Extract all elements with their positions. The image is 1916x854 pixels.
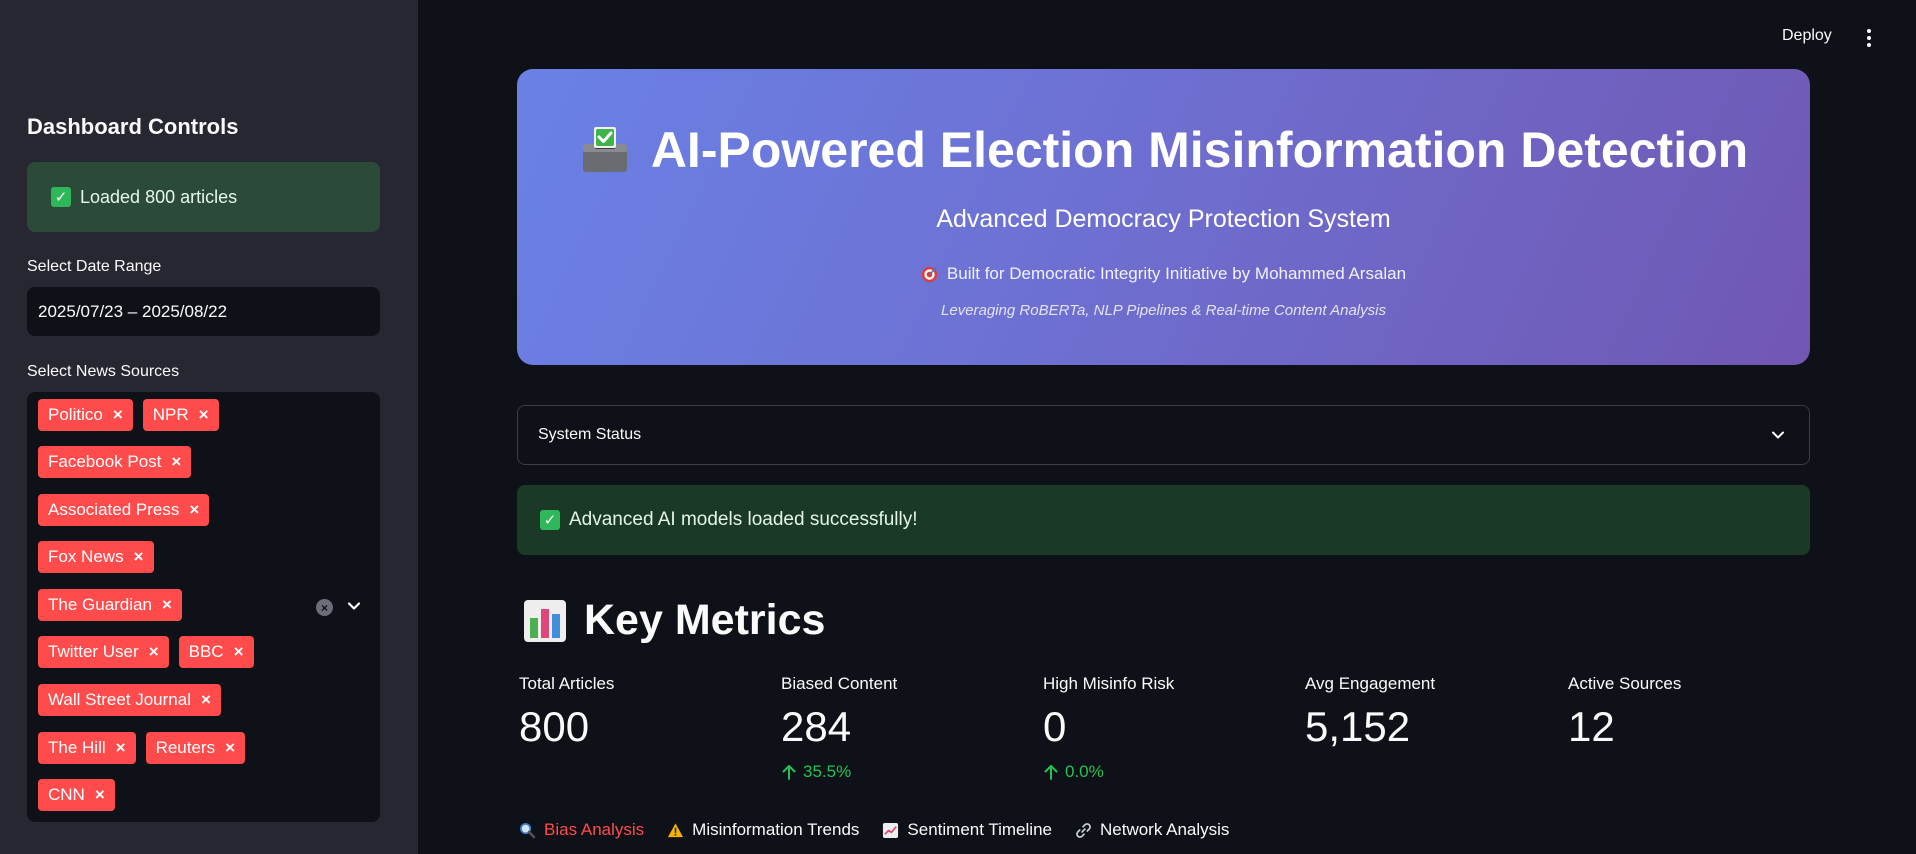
- metric-value: 12: [1568, 703, 1615, 750]
- chevron-down-icon[interactable]: [345, 597, 363, 615]
- metric-total-articles: Total Articles 800: [519, 674, 614, 748]
- source-tag[interactable]: Reuters ×: [145, 732, 246, 764]
- source-tag[interactable]: Fox News ×: [38, 541, 154, 573]
- hero-title-row: AI-Powered Election Misinformation Detec…: [517, 121, 1810, 179]
- tab-sentiment-timeline[interactable]: Sentiment Timeline: [882, 820, 1052, 840]
- magnifier-icon: [520, 822, 536, 838]
- kebab-menu-icon[interactable]: [1862, 27, 1876, 49]
- key-metrics-title: Key Metrics: [584, 596, 826, 644]
- remove-tag-icon[interactable]: ×: [171, 452, 181, 472]
- news-sources-label: Select News Sources: [27, 363, 180, 380]
- metric-label: Active Sources: [1568, 674, 1682, 693]
- arrow-up-icon: [1044, 765, 1058, 780]
- hero-banner: AI-Powered Election Misinformation Detec…: [517, 69, 1810, 365]
- date-range-label: Select Date Range: [27, 258, 162, 275]
- metric-biased-content: Biased Content 284 35.5%: [781, 674, 897, 782]
- source-tag[interactable]: NPR ×: [142, 399, 219, 431]
- check-icon: ✓: [540, 510, 560, 530]
- source-tag[interactable]: Twitter User ×: [38, 636, 169, 668]
- metric-label: Avg Engagement: [1305, 674, 1436, 693]
- source-tag[interactable]: The Guardian ×: [38, 589, 182, 621]
- remove-tag-icon[interactable]: ×: [162, 595, 172, 615]
- remove-tag-icon[interactable]: ×: [199, 405, 209, 425]
- tab-misinformation-trends[interactable]: Misinformation Trends: [667, 820, 859, 840]
- trend-chart-icon: [883, 822, 899, 838]
- warning-icon: [668, 822, 684, 837]
- source-tag[interactable]: BBC ×: [178, 636, 254, 668]
- tab-network-analysis[interactable]: Network Analysis: [1075, 820, 1229, 840]
- source-tag[interactable]: The Hill ×: [38, 732, 136, 764]
- date-range-value: 2025/07/23 – 2025/08/22: [38, 301, 228, 321]
- key-metrics-heading: Key Metrics: [522, 596, 825, 645]
- tab-label: Sentiment Timeline: [907, 820, 1052, 839]
- arrow-up-icon: [782, 765, 796, 780]
- system-status-label: System Status: [538, 426, 642, 443]
- hero-credit: Built for Democratic Integrity Initiativ…: [517, 264, 1810, 284]
- metric-active-sources: Active Sources 12: [1568, 674, 1681, 748]
- remove-tag-icon[interactable]: ×: [134, 547, 144, 567]
- check-icon: ✓: [51, 187, 71, 207]
- analysis-tabs: Bias Analysis Misinformation Trends Sent…: [519, 820, 1252, 840]
- tab-bias-analysis[interactable]: Bias Analysis: [519, 820, 644, 840]
- clear-all-icon[interactable]: ×: [316, 599, 333, 616]
- sidebar-title: Dashboard Controls: [27, 114, 239, 139]
- metric-label: Total Articles: [519, 674, 615, 693]
- metric-avg-engagement: Avg Engagement 5,152: [1305, 674, 1435, 748]
- ballot-box-icon: [582, 127, 627, 172]
- metric-value: 5,152: [1305, 703, 1411, 750]
- source-tag[interactable]: Associated Press ×: [38, 494, 210, 526]
- remove-tag-icon[interactable]: ×: [234, 642, 244, 662]
- hero-subtitle: Advanced Democracy Protection System: [936, 205, 1391, 233]
- metric-value: 284: [781, 703, 852, 750]
- target-icon: [921, 266, 937, 282]
- remove-tag-icon[interactable]: ×: [201, 690, 211, 710]
- deploy-button[interactable]: Deploy: [1782, 27, 1832, 45]
- tab-label: Misinformation Trends: [692, 820, 860, 839]
- metric-delta: 0.0%: [1043, 762, 1174, 782]
- tab-label: Network Analysis: [1099, 820, 1230, 839]
- source-tag[interactable]: CNN ×: [38, 779, 115, 811]
- app-root: Dashboard Controls ✓ Loaded 800 articles…: [0, 0, 1916, 854]
- metric-delta: 35.5%: [781, 762, 897, 782]
- metric-value: 800: [519, 703, 590, 750]
- models-loaded-text: Advanced AI models loaded successfully!: [569, 509, 918, 530]
- hero-tagline: Leveraging RoBERTa, NLP Pipelines & Real…: [941, 302, 1386, 319]
- source-tag[interactable]: Politico ×: [38, 399, 133, 431]
- source-tag[interactable]: Wall Street Journal ×: [38, 684, 221, 716]
- remove-tag-icon[interactable]: ×: [116, 738, 126, 758]
- metric-label: Biased Content: [781, 674, 898, 693]
- remove-tag-icon[interactable]: ×: [113, 405, 123, 425]
- bar-chart-icon: [524, 599, 566, 642]
- hero-title: AI-Powered Election Misinformation Detec…: [650, 122, 1749, 178]
- models-loaded-alert: ✓ Advanced AI models loaded successfully…: [517, 485, 1810, 555]
- hero-credit-text: Built for Democratic Integrity Initiativ…: [946, 264, 1407, 283]
- news-sources-multiselect[interactable]: Politico × NPR × Facebook Post × Associated…: [27, 392, 380, 822]
- metric-high-misinfo-risk: High Misinfo Risk 0 0.0%: [1043, 674, 1174, 782]
- remove-tag-icon[interactable]: ×: [149, 642, 159, 662]
- metric-value: 0: [1043, 703, 1067, 750]
- remove-tag-icon[interactable]: ×: [189, 500, 199, 520]
- articles-loaded-text: Loaded 800 articles: [80, 186, 238, 207]
- date-range-input[interactable]: 2025/07/23 – 2025/08/22: [27, 287, 380, 336]
- system-status-expander[interactable]: System Status: [517, 405, 1810, 465]
- remove-tag-icon[interactable]: ×: [95, 785, 105, 805]
- metric-label: High Misinfo Risk: [1043, 674, 1175, 693]
- sidebar: Dashboard Controls ✓ Loaded 800 articles…: [0, 0, 418, 854]
- articles-loaded-alert: ✓ Loaded 800 articles: [27, 162, 380, 232]
- metric-delta-value: 35.5%: [803, 762, 852, 781]
- link-icon: [1076, 822, 1091, 838]
- chevron-down-icon: [1772, 431, 1784, 439]
- remove-tag-icon[interactable]: ×: [225, 738, 235, 758]
- metric-delta-value: 0.0%: [1065, 762, 1104, 781]
- source-tag[interactable]: Facebook Post ×: [38, 446, 192, 478]
- tab-label: Bias Analysis: [544, 820, 645, 839]
